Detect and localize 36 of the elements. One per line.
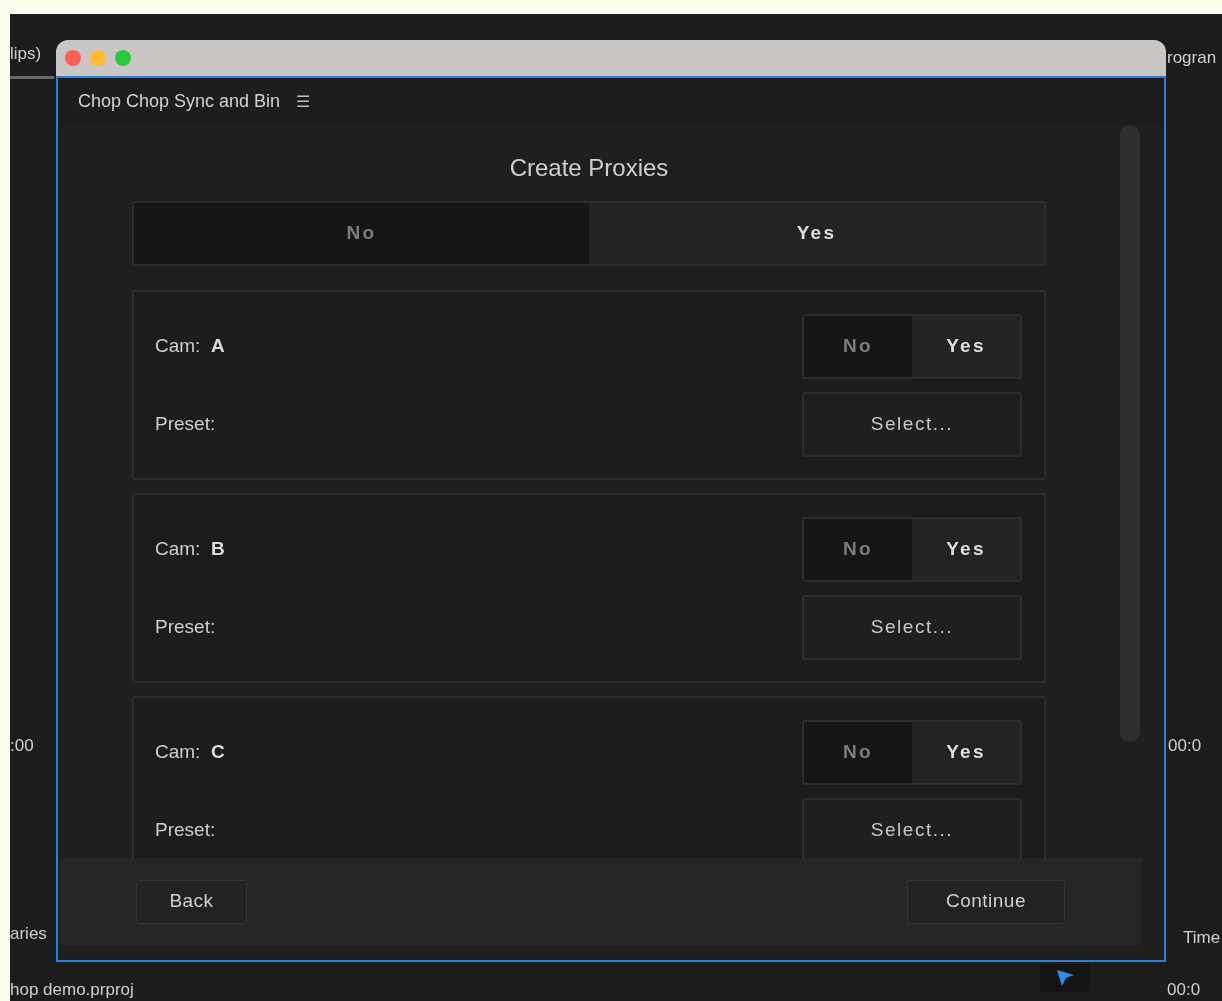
toggle-option[interactable]: Yes <box>912 316 1020 377</box>
timecode: :00 <box>10 736 34 755</box>
tab-label: lips) <box>10 44 42 63</box>
timecode: 00:0 <box>1167 980 1201 999</box>
timecode: 00:0 <box>1168 736 1202 755</box>
preset-label: Preset: <box>155 818 216 843</box>
toggle-option[interactable]: No <box>804 519 912 580</box>
toggle-option[interactable]: Yes <box>912 519 1020 580</box>
flag-button[interactable] <box>1040 964 1090 992</box>
tab-label: Time <box>1183 928 1221 947</box>
continue-button[interactable]: Continue <box>907 879 1065 924</box>
flag-icon <box>1054 969 1076 987</box>
toggle-option[interactable]: Yes <box>912 722 1020 783</box>
back-button[interactable]: Back <box>136 879 247 924</box>
preset-select-button[interactable]: Select... <box>802 798 1022 858</box>
minimize-button[interactable] <box>90 50 106 66</box>
section-heading: Create Proxies <box>508 153 670 177</box>
toggle-option[interactable]: No <box>134 203 589 264</box>
camera-label: Cam: C <box>155 740 225 765</box>
camera-label: Cam: A <box>155 334 225 359</box>
toggle-option[interactable]: Yes <box>589 203 1044 264</box>
preset-label: Preset: <box>155 412 216 437</box>
preset-select-button[interactable]: Select... <box>802 595 1022 660</box>
preset-select-button[interactable]: Select... <box>802 392 1022 457</box>
file-name: hop demo.prproj <box>10 980 134 999</box>
tab-label: rogran <box>1167 48 1217 67</box>
panel-title: Chop Chop Sync and Bin <box>78 90 281 113</box>
camera-label: Cam: B <box>155 537 225 562</box>
menu-button[interactable]: ☰ <box>296 89 311 114</box>
close-button[interactable] <box>65 50 81 66</box>
tab-label: aries <box>10 924 47 943</box>
toggle-option[interactable]: No <box>804 316 912 377</box>
preset-label: Preset: <box>155 615 216 640</box>
toggle-option[interactable]: No <box>804 722 912 783</box>
tab-underline <box>10 76 54 79</box>
zoom-button[interactable] <box>115 50 131 66</box>
